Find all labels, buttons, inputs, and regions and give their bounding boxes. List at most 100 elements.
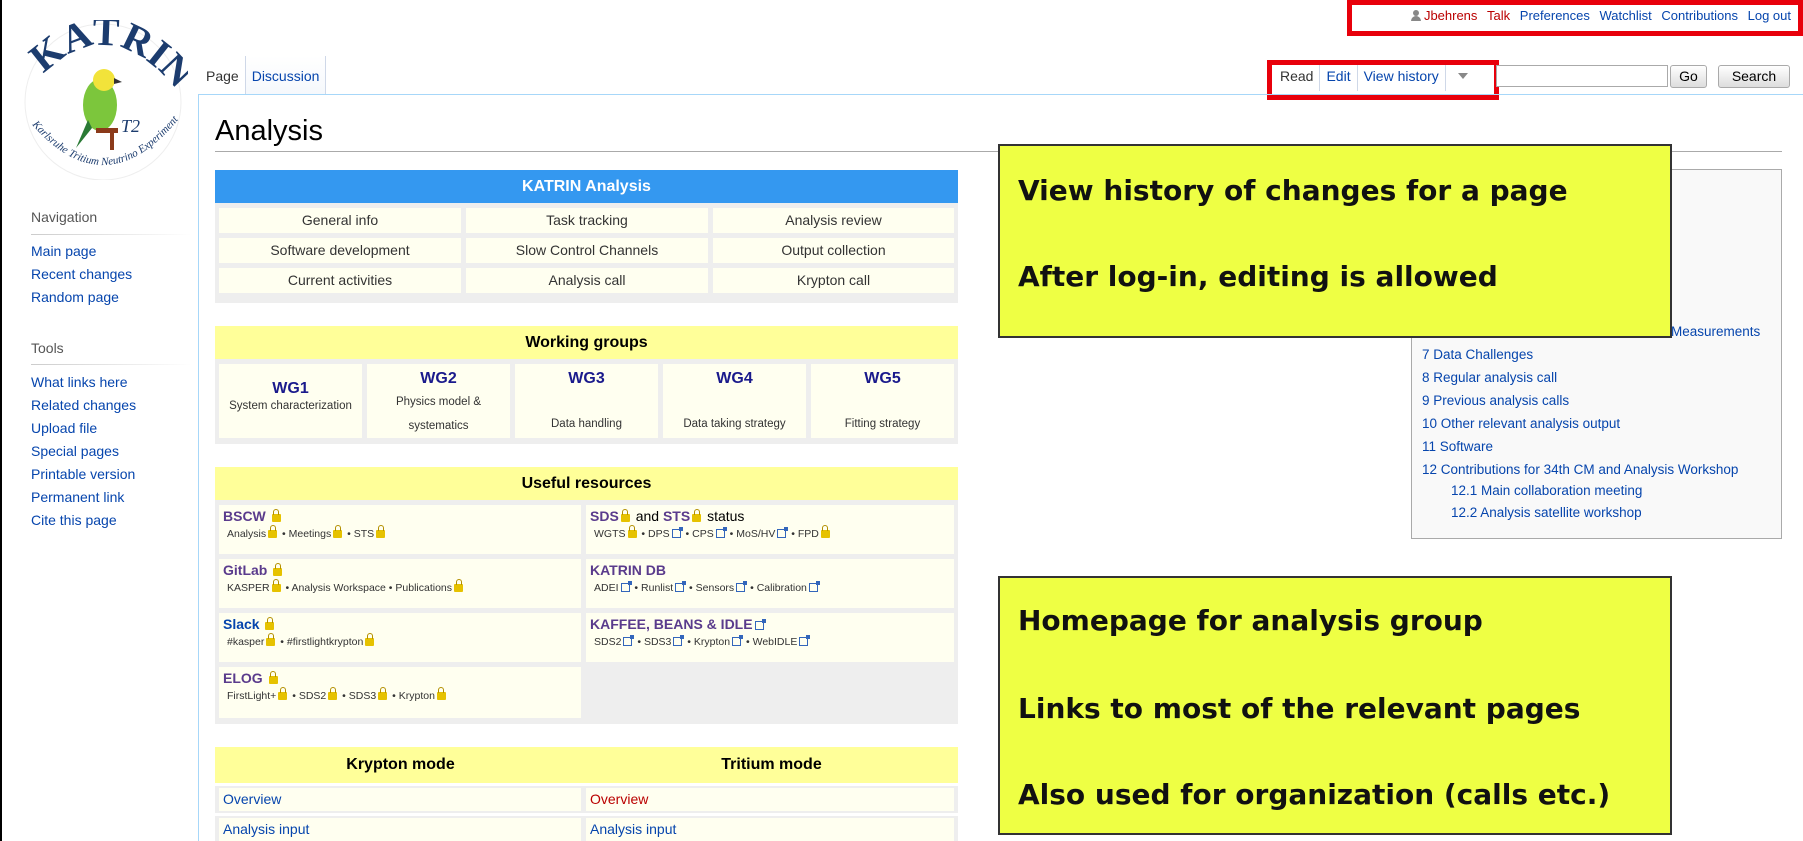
callout-history-line1: View history of changes for a page [1018,174,1568,207]
fpd-link[interactable]: FPD [798,528,819,540]
nav-main-page[interactable]: Main page [31,240,132,263]
kasper-link[interactable]: KASPER [227,582,270,594]
tab-page[interactable]: Page [200,56,246,94]
lock-icon [333,525,343,538]
lock-icon [620,509,630,522]
bscw-sts-link[interactable]: STS [354,528,374,540]
wg3-desc: Data handling [551,418,622,430]
wg3-cell[interactable]: WG3 Data handling [515,364,658,438]
sensors-link[interactable]: Sensors [696,582,735,594]
callout-homepage-line1: Homepage for analysis group [1018,604,1483,637]
calibration-link[interactable]: Calibration [757,582,807,594]
runlist-link[interactable]: Runlist [641,582,673,594]
wg1-desc: System characterization [229,400,352,412]
wg4-cell[interactable]: WG4 Data taking strategy [663,364,806,438]
publications-link[interactable]: Publications [395,582,452,594]
cell-output-collection[interactable]: Output collection [713,238,954,263]
cps-link[interactable]: CPS [692,528,714,540]
lock-icon [268,525,278,538]
search-button[interactable]: Search [1718,65,1790,88]
toc-item[interactable]: 12.2 Analysis satellite workshop [1451,505,1642,520]
analysis-workspace-link[interactable]: Analysis Workspace [292,582,386,594]
kaffee-link[interactable]: KAFFEE, BEANS & IDLE [590,616,753,632]
cell-task-tracking[interactable]: Task tracking [466,208,708,233]
cell-slow-control[interactable]: Slow Control Channels [466,238,708,263]
moshv-link[interactable]: MoS/HV [736,528,775,540]
cell-krypton-call[interactable]: Krypton call [713,268,954,293]
content-top-border [198,94,1803,95]
katrindb-cell: KATRIN DB ADEI • Runlist • Sensors • Cal… [586,559,954,608]
elog-link[interactable]: ELOG [223,670,263,686]
lock-icon [271,509,281,522]
dps-link[interactable]: DPS [648,528,670,540]
toc-item[interactable]: 8 Regular analysis call [1422,370,1557,385]
cell-general-info[interactable]: General info [219,208,461,233]
slack-link[interactable]: Slack [223,616,260,632]
toc-item[interactable]: 10 Other relevant analysis output [1422,416,1620,431]
tritium-analysis-input[interactable]: Analysis input [586,818,954,841]
tool-upload-file[interactable]: Upload file [31,417,136,440]
cell-software-development[interactable]: Software development [219,238,461,263]
katrin-analysis-header: KATRIN Analysis [215,170,958,203]
wg3-name: WG3 [568,370,605,387]
wgts-link[interactable]: WGTS [594,528,626,540]
lock-icon [328,687,338,700]
external-link-icon [673,635,685,646]
firstlightkrypton-channel-link[interactable]: #firstlightkrypton [287,636,363,648]
cell-analysis-review[interactable]: Analysis review [713,208,954,233]
lock-icon [454,579,464,592]
lock-icon [266,633,276,646]
elog-krypton-link[interactable]: Krypton [399,690,435,702]
nav-recent-changes[interactable]: Recent changes [31,263,132,286]
katrindb-link[interactable]: KATRIN DB [590,562,666,578]
toc-item[interactable]: Measurements [1671,324,1760,339]
katrin-logo[interactable]: KATRIN Karlsruhe Tritium Neutrino Experi… [18,20,188,180]
kasper-channel-link[interactable]: #kasper [227,636,264,648]
toc-item[interactable]: 7 Data Challenges [1422,347,1533,362]
go-button[interactable]: Go [1670,65,1707,88]
tool-special-pages[interactable]: Special pages [31,440,136,463]
lock-icon [273,563,283,576]
tools-heading: Tools [31,340,64,356]
adei-link[interactable]: ADEI [594,582,619,594]
nav-random-page[interactable]: Random page [31,286,132,309]
elog-sds3-link[interactable]: SDS3 [349,690,376,702]
sds-link[interactable]: SDS [590,508,619,524]
tool-what-links-here[interactable]: What links here [31,371,136,394]
krypton-overview[interactable]: Overview [219,788,581,811]
bscw-meetings-link[interactable]: Meetings [289,528,332,540]
wg1-cell[interactable]: WG1 System characterization [219,364,362,438]
tool-permanent-link[interactable]: Permanent link [31,486,136,509]
sts-link[interactable]: STS [663,508,690,524]
bscw-analysis-link[interactable]: Analysis [227,528,266,540]
tab-discussion[interactable]: Discussion [245,56,327,94]
external-link-icon [620,581,632,592]
tool-printable-version[interactable]: Printable version [31,463,136,486]
wg4-desc: Data taking strategy [683,418,786,430]
toc-item[interactable]: 11 Software [1422,439,1493,454]
cell-current-activities[interactable]: Current activities [219,268,461,293]
elog-firstlight-link[interactable]: FirstLight+ [227,690,276,702]
toc-item[interactable]: 12 Contributions for 34th CM and Analysi… [1422,462,1738,477]
wg2-cell[interactable]: WG2 Physics model & systematics [367,364,510,438]
cell-analysis-call[interactable]: Analysis call [466,268,708,293]
webidle-link[interactable]: WebIDLE [753,636,798,648]
useful-resources-header: Useful resources [215,467,958,500]
krypton-link[interactable]: Krypton [694,636,730,648]
toc-item[interactable]: 9 Previous analysis calls [1422,393,1569,408]
toc-item[interactable]: 12.1 Main collaboration meeting [1451,483,1642,498]
krypton-analysis-input[interactable]: Analysis input [219,818,581,841]
content-left-border [198,94,199,841]
sds2-link[interactable]: SDS2 [594,636,621,648]
gitlab-link[interactable]: GitLab [223,562,267,578]
search-input[interactable] [1496,65,1668,87]
wg5-cell[interactable]: WG5 Fitting strategy [811,364,954,438]
tool-related-changes[interactable]: Related changes [31,394,136,417]
wg4-name: WG4 [716,370,753,387]
tritium-overview[interactable]: Overview [586,788,954,811]
elog-sds2-link[interactable]: SDS2 [299,690,326,702]
tool-cite-this-page[interactable]: Cite this page [31,509,136,532]
callout-homepage-line2: Links to most of the relevant pages [1018,692,1581,725]
sds3-link[interactable]: SDS3 [644,636,671,648]
bscw-link[interactable]: BSCW [223,508,266,524]
